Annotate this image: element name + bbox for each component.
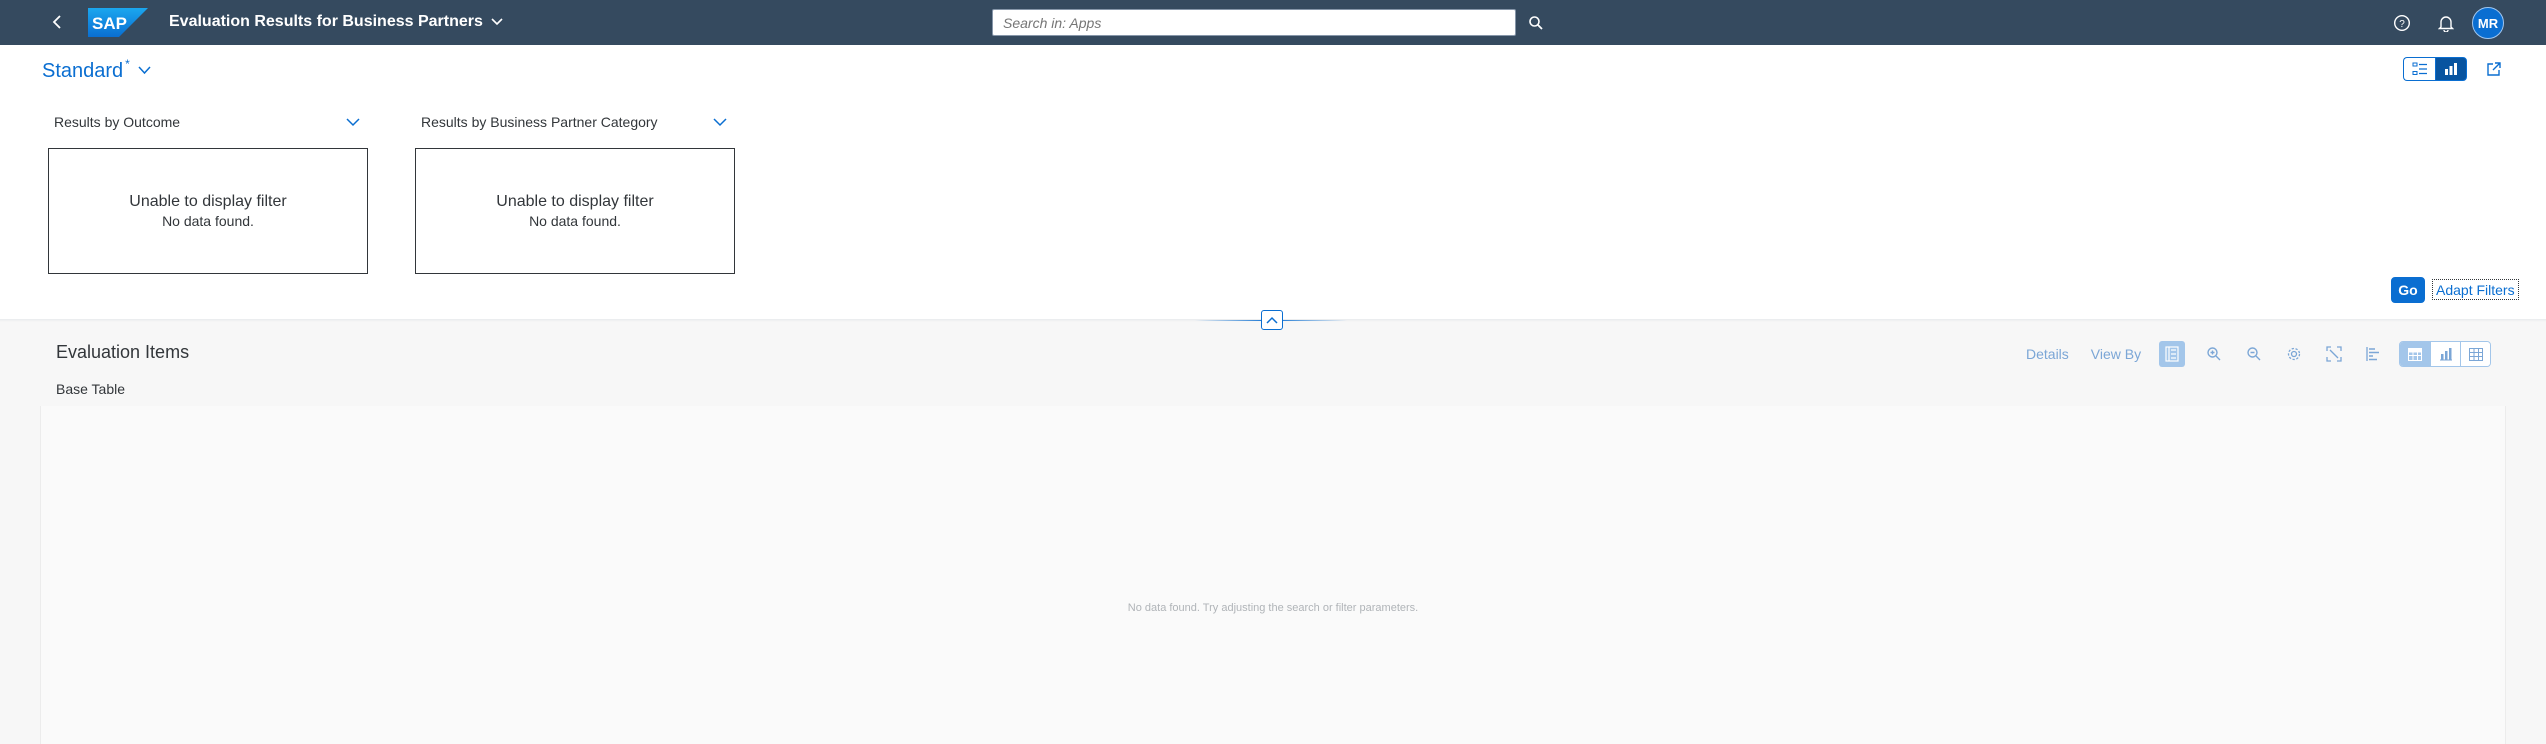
help-button[interactable]: ? — [2390, 11, 2414, 35]
help-icon: ? — [2393, 14, 2411, 32]
view-switch — [2399, 341, 2491, 367]
variant-modified-marker: * — [125, 57, 130, 71]
bell-icon — [2438, 16, 2454, 32]
app-title: Evaluation Results for Business Partners — [169, 13, 483, 30]
back-button[interactable] — [46, 10, 70, 34]
legend-toggle-button[interactable] — [2159, 341, 2185, 367]
visual-filter-header[interactable]: Results by Business Partner Category — [415, 110, 735, 134]
adapt-filters-button[interactable]: Adapt Filters — [2432, 279, 2519, 300]
table-view-button[interactable] — [2400, 342, 2430, 366]
no-data-text: No data found. Try adjusting the search … — [1127, 602, 1419, 614]
variant-selector[interactable]: Standard * — [42, 57, 151, 83]
share-icon — [2487, 62, 2501, 76]
user-avatar[interactable]: MR — [2472, 7, 2504, 39]
notifications-button[interactable] — [2434, 11, 2458, 35]
visual-filter-chart: Unable to display filter No data found. — [48, 148, 368, 274]
go-button[interactable]: Go — [2391, 277, 2425, 303]
visual-filter-button[interactable] — [2435, 57, 2467, 81]
grid-view-button[interactable] — [2460, 342, 2490, 366]
visual-filter-title: Results by Business Partner Category — [421, 114, 658, 130]
visual-filter-header[interactable]: Results by Outcome — [48, 110, 368, 134]
fullscreen-button[interactable] — [2321, 341, 2347, 367]
fullscreen-icon — [2326, 346, 2342, 362]
share-button[interactable] — [2481, 57, 2507, 81]
table-subtitle: Base Table — [56, 381, 126, 397]
settings-button[interactable] — [2281, 341, 2307, 367]
chart-view-button[interactable] — [2430, 342, 2460, 366]
table-icon — [2408, 347, 2422, 361]
collapse-header-button[interactable] — [1261, 310, 1283, 330]
chevron-up-icon — [1266, 316, 1278, 324]
search-icon — [1529, 16, 1543, 30]
sort-bars-icon — [2366, 347, 2379, 361]
user-initials: MR — [2477, 15, 2499, 31]
search-input[interactable] — [1003, 14, 1515, 31]
bar-chart-icon — [2445, 63, 2457, 75]
view-by-button[interactable]: View By — [2091, 346, 2141, 362]
visual-filter-bp-category: Results by Business Partner Category Una… — [415, 110, 735, 274]
chart-toolbar-labels: Details View By — [2026, 341, 2141, 367]
chevron-left-icon — [52, 15, 61, 29]
chevron-down-icon — [138, 66, 151, 75]
search-field[interactable] — [992, 9, 1516, 36]
chevron-down-icon — [713, 117, 727, 126]
details-button[interactable]: Details — [2026, 346, 2069, 362]
filter-mode-toggle — [2403, 57, 2467, 81]
zoom-out-icon — [2247, 347, 2261, 361]
visual-filter-chart: Unable to display filter No data found. — [415, 148, 735, 274]
filter-list-icon — [2412, 62, 2427, 75]
visual-filter-outcome: Results by Outcome Unable to display fil… — [48, 110, 368, 274]
chevron-down-icon — [346, 117, 360, 126]
section-title: Evaluation Items — [56, 342, 190, 362]
zoom-out-button[interactable] — [2241, 341, 2267, 367]
gear-icon — [2287, 347, 2301, 361]
legend-icon — [2165, 346, 2179, 362]
zoom-in-button[interactable] — [2201, 341, 2227, 367]
filter-error-message: Unable to display filter — [496, 193, 654, 210]
search-button[interactable] — [1524, 11, 1548, 35]
sap-logo[interactable]: SAP — [88, 8, 148, 37]
filter-error-detail: No data found. — [529, 213, 621, 229]
sort-button[interactable] — [2361, 341, 2387, 367]
zoom-in-icon — [2207, 347, 2221, 361]
chevron-down-icon — [491, 18, 503, 26]
filter-error-message: Unable to display filter — [129, 193, 287, 210]
results-table: No data found. Try adjusting the search … — [40, 406, 2506, 744]
app-title-menu[interactable]: Evaluation Results for Business Partners — [169, 13, 503, 31]
svg-text:?: ? — [2399, 19, 2405, 30]
visual-filter-title: Results by Outcome — [54, 114, 181, 130]
svg-text:SAP: SAP — [92, 14, 127, 33]
shell-bar: SAP Evaluation Results for Business Part… — [0, 0, 2546, 45]
compact-filter-button[interactable] — [2403, 57, 2435, 81]
variant-name: Standard — [42, 60, 124, 82]
filter-error-detail: No data found. — [162, 213, 254, 229]
bar-chart-icon — [2439, 348, 2452, 361]
grid-icon — [2468, 347, 2483, 361]
